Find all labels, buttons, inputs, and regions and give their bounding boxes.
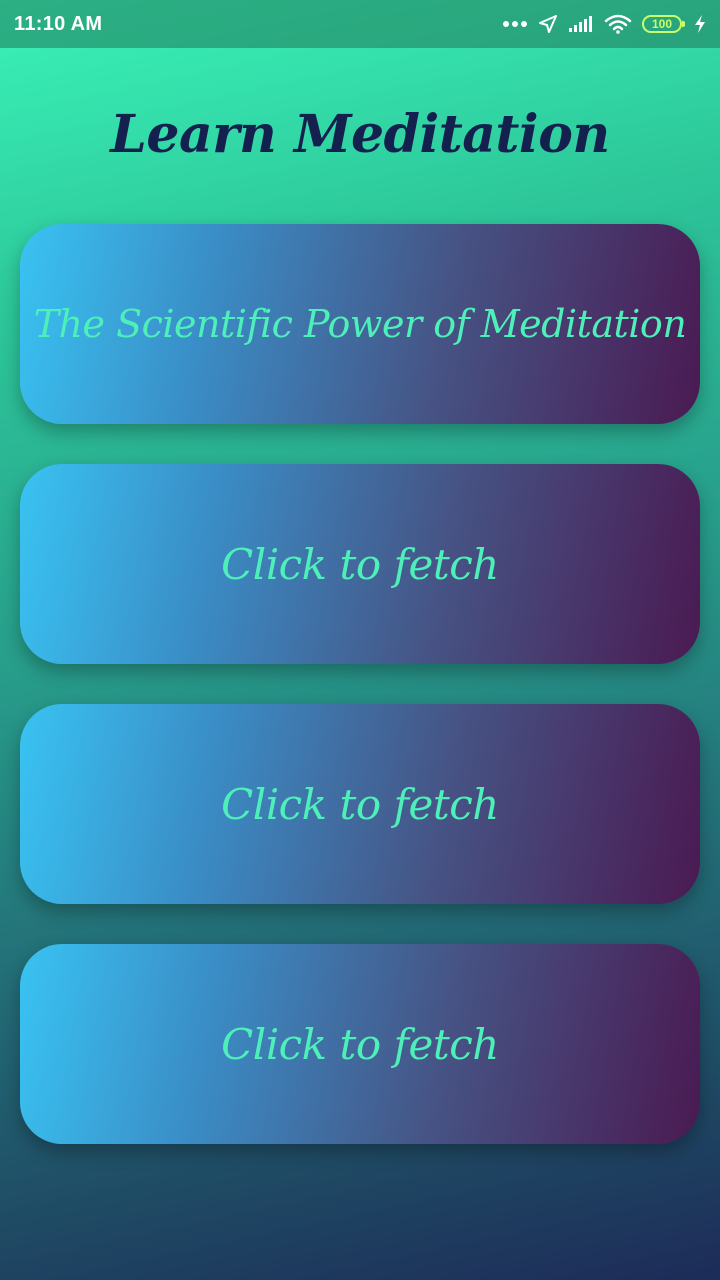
- topic-card-1[interactable]: The Scientific Power of Meditation: [20, 224, 700, 424]
- wifi-icon: [604, 14, 632, 34]
- status-bar: 11:10 AM 100: [0, 0, 720, 48]
- signal-icon: [568, 15, 594, 33]
- more-dots-icon: [502, 20, 528, 28]
- topic-card-3[interactable]: Click to fetch: [20, 704, 700, 904]
- card-label: Click to fetch: [221, 1019, 499, 1069]
- status-icons: 100: [502, 14, 706, 34]
- charging-bolt-icon: [694, 14, 706, 34]
- topic-card-2[interactable]: Click to fetch: [20, 464, 700, 664]
- battery-level: 100: [651, 17, 673, 31]
- card-label: The Scientific Power of Meditation: [33, 302, 687, 346]
- card-label: Click to fetch: [221, 779, 499, 829]
- topic-card-4[interactable]: Click to fetch: [20, 944, 700, 1144]
- page-title: Learn Meditation: [110, 104, 610, 165]
- battery-icon: 100: [642, 15, 685, 33]
- card-label: Click to fetch: [221, 539, 499, 589]
- status-time: 11:10 AM: [14, 12, 103, 35]
- location-arrow-icon: [538, 14, 558, 34]
